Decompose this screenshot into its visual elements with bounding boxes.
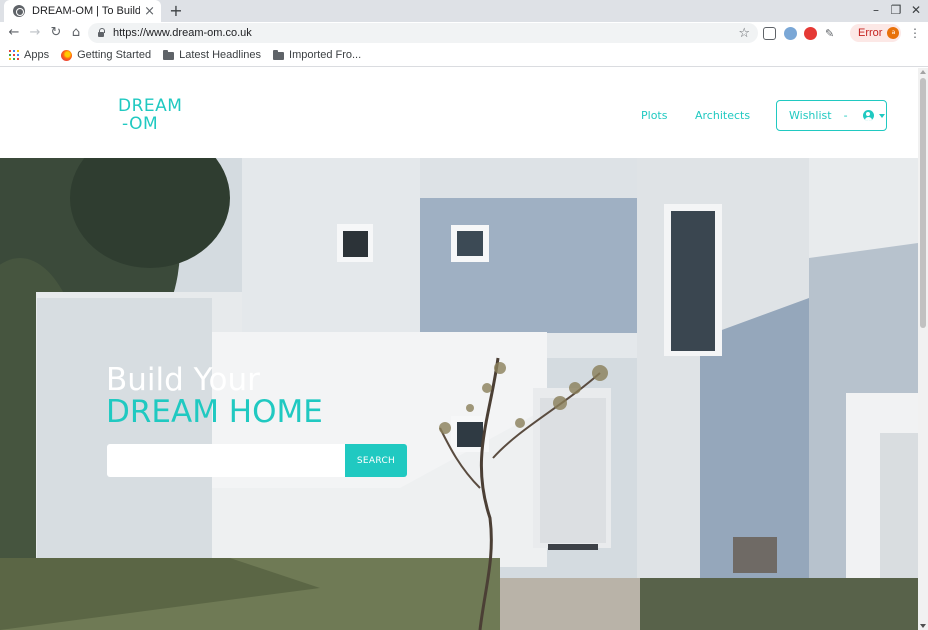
bookmark-label: Latest Headlines	[179, 49, 262, 61]
globe-icon	[13, 5, 25, 17]
opera-icon[interactable]	[804, 27, 817, 40]
eyedropper-icon[interactable]: ✎	[825, 27, 838, 40]
bookmark-imported[interactable]: Imported Fro...	[273, 49, 361, 61]
bookmark-label: Imported Fro...	[289, 49, 362, 61]
url-text: https://www.dream-om.co.uk	[113, 27, 252, 39]
lock-icon	[98, 28, 105, 37]
nav-architects-link[interactable]: Architects	[695, 109, 750, 122]
user-account-icon	[862, 110, 874, 121]
caret-down-icon	[878, 113, 885, 118]
back-arrow-icon[interactable]: ←	[6, 25, 22, 41]
bookmark-apps[interactable]: Apps	[9, 49, 49, 61]
hero-title-line-1: Build Your	[106, 362, 260, 398]
scroll-down-arrow-icon[interactable]	[920, 624, 926, 628]
wishlist-separator: -	[843, 109, 848, 122]
page-scrollbar[interactable]	[918, 68, 928, 630]
wishlist-label: Wishlist	[789, 109, 832, 122]
scrollbar-thumb[interactable]	[920, 78, 926, 328]
site-header: DREAM -OM Plots Architects Wishlist -	[0, 68, 918, 158]
firefox-icon	[61, 49, 73, 61]
scroll-up-arrow-icon[interactable]	[920, 70, 926, 74]
wishlist-account-button[interactable]: Wishlist -	[776, 100, 887, 131]
hero-search-input[interactable]	[107, 444, 345, 477]
new-tab-button[interactable]: +	[167, 2, 185, 20]
bookmarks-bar: Apps Getting Started Latest Headlines Im…	[0, 44, 928, 67]
browser-toolbar: ← → ↻ ⌂ https://www.dream-om.co.uk ☆ ✎ E…	[0, 22, 928, 44]
hero-title-line-2: DREAM HOME	[106, 394, 323, 430]
menu-kebab-icon[interactable]: ⋮	[909, 26, 921, 40]
bookmark-getting-started[interactable]: Getting Started	[61, 49, 151, 61]
search-button[interactable]: SEARCH	[345, 444, 407, 477]
page-viewport: DREAM -OM Plots Architects Wishlist - Bu…	[0, 68, 918, 630]
logo-line-2: -OM	[122, 114, 159, 134]
bookmark-star-icon[interactable]: ☆	[738, 26, 750, 41]
error-label: Error	[858, 27, 883, 39]
bookmark-label: Getting Started	[77, 49, 152, 61]
forward-arrow-icon[interactable]: →	[27, 25, 43, 41]
bookmark-latest-headlines[interactable]: Latest Headlines	[163, 49, 261, 61]
nav-plots-link[interactable]: Plots	[641, 109, 667, 122]
browser-tab-strip: DREAM-OM | To Build Your Dream Home × + …	[0, 0, 928, 22]
profile-error-button[interactable]: Error a	[850, 24, 901, 42]
profile-avatar: a	[887, 27, 900, 39]
hero-section: Build Your DREAM HOME SEARCH	[0, 158, 918, 630]
extension-icon[interactable]	[763, 27, 776, 40]
tab-title: DREAM-OM | To Build Your Dream Home	[32, 5, 141, 17]
address-bar[interactable]: https://www.dream-om.co.uk ☆	[88, 23, 758, 43]
close-window-icon[interactable]: ✕	[909, 3, 923, 17]
bookmark-label: Apps	[24, 49, 50, 61]
site-logo[interactable]: DREAM -OM	[118, 97, 182, 133]
folder-icon	[273, 49, 285, 60]
minimize-icon[interactable]: –	[869, 3, 883, 17]
logo-line-1: DREAM	[118, 96, 183, 116]
home-icon[interactable]: ⌂	[68, 25, 84, 41]
folder-icon	[163, 49, 175, 60]
browser-tab[interactable]: DREAM-OM | To Build Your Dream Home ×	[4, 0, 161, 22]
hero-title: Build Your DREAM HOME	[106, 364, 323, 428]
extension-icon[interactable]	[784, 27, 797, 40]
restore-icon[interactable]: ❐	[889, 3, 903, 17]
reload-icon[interactable]: ↻	[48, 25, 64, 41]
close-tab-icon[interactable]: ×	[144, 5, 155, 18]
apps-grid-icon	[9, 50, 19, 60]
